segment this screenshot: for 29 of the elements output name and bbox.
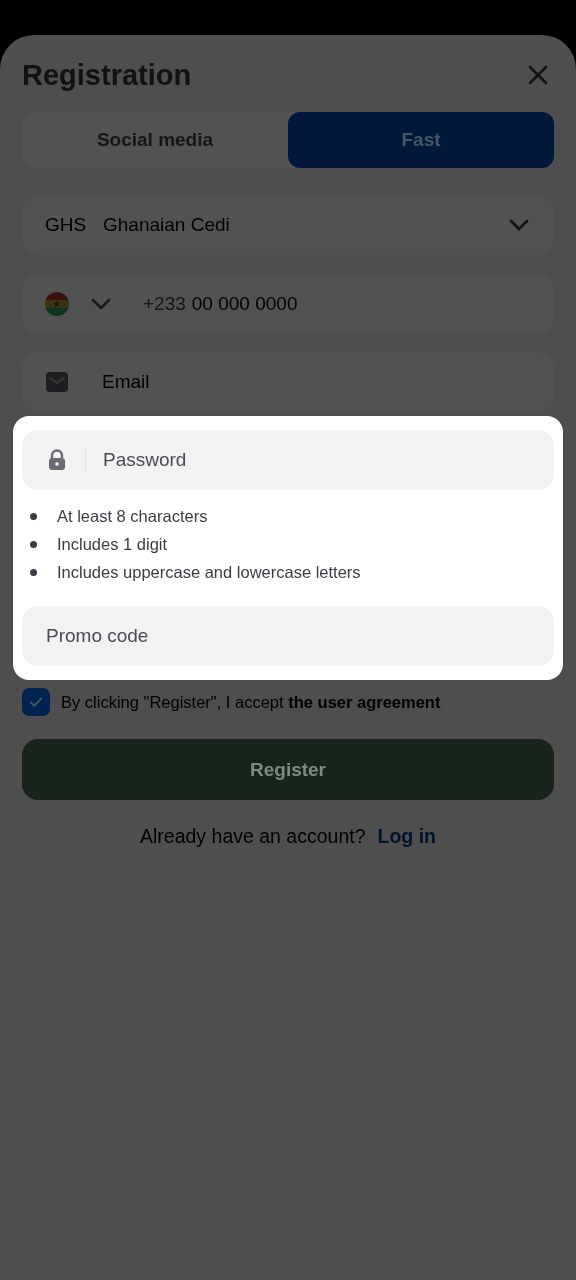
register-button[interactable]: Register [22,739,554,800]
agreement-text: By clicking "Register", I accept the user agreement [61,692,441,712]
password-rule: Includes 1 digit [57,534,168,554]
login-link[interactable]: Log in [377,825,436,848]
currency-code: GHS [45,214,88,236]
password-input[interactable]: Password [103,449,531,471]
promo-code-field[interactable]: Promo code [22,606,554,666]
tab[interactable]: Fast [288,112,554,168]
bullet-icon [30,540,37,548]
phone-field[interactable]: +233 00 000 0000 [22,274,554,334]
password-rule: Includes uppercase and lowercase letters [57,562,361,582]
phone-prefix: +233 [143,293,186,315]
email-input[interactable]: Email [102,371,531,393]
phone-input[interactable]: 00 000 0000 [191,293,531,315]
close-icon[interactable] [526,63,550,87]
currency-name: Ghanaian Cedi [103,214,231,236]
agreement-checkbox[interactable] [22,688,50,716]
bullet-icon [30,568,37,576]
password-rule: At least 8 characters [57,506,208,526]
tab[interactable]: Social media [22,112,288,168]
password-field[interactable]: Password [22,430,554,490]
flag-icon [45,292,69,316]
bullet-icon [30,512,37,520]
envelope-icon [45,370,69,394]
sheet-title: Registration [22,58,192,92]
currency-select[interactable]: GHS Ghanaian Cedi [22,195,554,255]
promo-code-input[interactable]: Promo code [46,625,531,647]
email-field[interactable]: Email [22,352,554,412]
login-prompt: Already have an account? [140,825,366,848]
